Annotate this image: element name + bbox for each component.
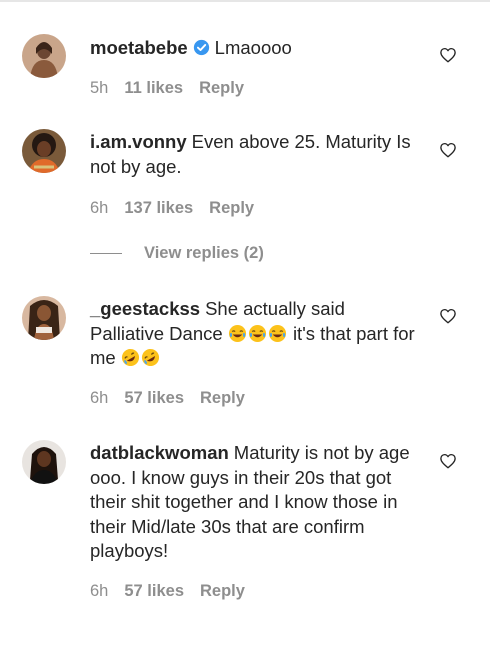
comment-time: 6h (90, 582, 109, 600)
comment-meta: 5h 11 likes Reply (90, 79, 244, 98)
comment-likes[interactable]: 57 likes (124, 389, 184, 408)
reply-button[interactable]: Reply (200, 582, 245, 601)
reply-button[interactable]: Reply (200, 389, 245, 408)
comment-text: Lmaoooo (214, 37, 292, 58)
comment-body: i.am.vonny Even above 25. Maturity Is not… (90, 130, 420, 179)
view-replies-label: View replies (2) (144, 244, 264, 262)
heart-outline-icon[interactable] (439, 141, 457, 159)
comment-likes[interactable]: 137 likes (124, 199, 193, 218)
comment-username[interactable]: _geestackss (90, 298, 200, 319)
rofl-emoji-icon (141, 348, 159, 367)
view-replies-button[interactable]: View replies (2) (90, 244, 264, 263)
comment-meta: 6h 57 likes Reply (90, 582, 245, 601)
tears-of-joy-emoji-icon (248, 324, 266, 342)
comment-time: 6h (90, 389, 109, 407)
heart-outline-icon[interactable] (439, 46, 457, 64)
comment-time: 5h (90, 79, 109, 97)
verified-badge-icon (193, 39, 209, 56)
comment-meta: 6h 57 likes Reply (90, 389, 245, 408)
view-replies-line (90, 253, 122, 254)
comment-username[interactable]: moetabebe (90, 37, 188, 58)
comment-body: moetabebe Lmaoooo (90, 36, 420, 61)
reply-button[interactable]: Reply (209, 199, 254, 218)
avatar[interactable] (22, 34, 66, 78)
comment-likes[interactable]: 57 likes (124, 582, 184, 601)
top-divider (0, 0, 490, 2)
rofl-emoji-icon (121, 348, 139, 367)
avatar[interactable] (22, 440, 66, 484)
heart-outline-icon[interactable] (439, 307, 457, 325)
comment-time: 6h (90, 199, 109, 217)
comment-body: _geestackss She actually said Palliative … (90, 297, 420, 371)
comment-body: datblackwoman Maturity is not by age ooo.… (90, 441, 420, 564)
avatar[interactable] (22, 296, 66, 340)
comment-likes[interactable]: 11 likes (124, 79, 183, 98)
comment-meta: 6h 137 likes Reply (90, 199, 254, 218)
tears-of-joy-emoji-icon (228, 324, 246, 342)
comment-username[interactable]: datblackwoman (90, 442, 229, 463)
comment-username[interactable]: i.am.vonny (90, 131, 187, 152)
avatar[interactable] (22, 129, 66, 173)
tears-of-joy-emoji-icon (268, 324, 286, 342)
reply-button[interactable]: Reply (199, 79, 244, 98)
heart-outline-icon[interactable] (439, 452, 457, 470)
